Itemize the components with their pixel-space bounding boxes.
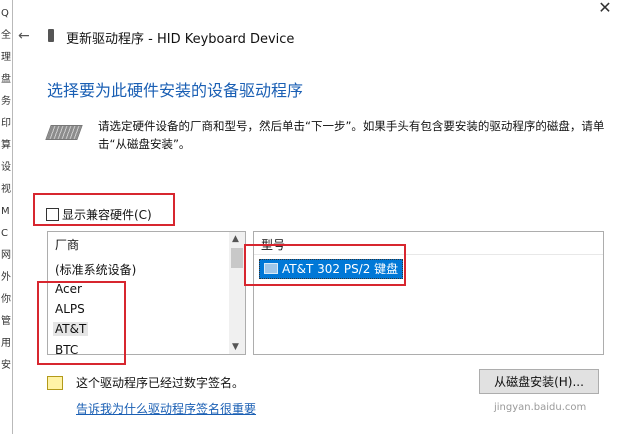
device-icon — [48, 29, 54, 42]
background-window-strip: Q全理盘务印算设视MC网外你管用安 — [0, 0, 13, 434]
background-window-char: 盘 — [1, 74, 11, 85]
background-window-char: 理 — [1, 52, 11, 63]
watermark: jingyan.baidu.com — [494, 402, 587, 413]
background-window-char: 你 — [1, 294, 11, 305]
background-window-char: Q — [1, 8, 9, 19]
background-window-char: 管 — [1, 316, 11, 327]
keyboard-icon — [45, 125, 83, 140]
scroll-down-icon[interactable]: ▼ — [232, 342, 239, 352]
background-window-char: 设 — [1, 162, 11, 173]
background-window-char: 印 — [1, 118, 11, 129]
manufacturer-scrollbar[interactable]: ▲ ▼ — [229, 232, 245, 354]
manufacturer-header: 厂商 — [55, 238, 80, 252]
background-window-char: 网 — [1, 250, 11, 261]
annotation-box-manufacturer — [37, 281, 126, 365]
background-window-char: M — [1, 206, 10, 217]
background-window-char: 务 — [1, 96, 11, 107]
background-window-char: 算 — [1, 140, 11, 151]
close-icon[interactable]: ✕ — [595, 0, 615, 18]
certificate-icon — [47, 376, 63, 390]
signature-info-link[interactable]: 告诉我为什么驱动程序签名很重要 — [76, 400, 256, 417]
scroll-thumb[interactable] — [231, 248, 243, 268]
window-title: 更新驱动程序 - HID Keyboard Device — [66, 32, 295, 47]
background-window-char: 全 — [1, 30, 11, 41]
background-window-char: 外 — [1, 272, 11, 283]
have-disk-button[interactable]: 从磁盘安装(H)... — [479, 369, 599, 394]
page-heading: 选择要为此硬件安装的设备驱动程序 — [47, 81, 304, 100]
scroll-up-icon[interactable]: ▲ — [232, 234, 239, 244]
background-window-char: C — [1, 228, 8, 239]
background-window-char: 视 — [1, 184, 11, 195]
manufacturer-item[interactable]: (标准系统设备) — [55, 261, 136, 278]
back-arrow-icon[interactable]: ← — [18, 28, 30, 44]
background-window-char: 用 — [1, 338, 11, 349]
instruction-text: 请选定硬件设备的厂商和型号，然后单击“下一步”。如果手头有包含要安装的驱动程序的… — [98, 119, 605, 151]
background-window-char: 安 — [1, 360, 11, 371]
signature-note: 这个驱动程序已经过数字签名。 — [76, 376, 245, 390]
annotation-box-model — [244, 244, 406, 286]
annotation-box-checkbox — [33, 193, 175, 226]
